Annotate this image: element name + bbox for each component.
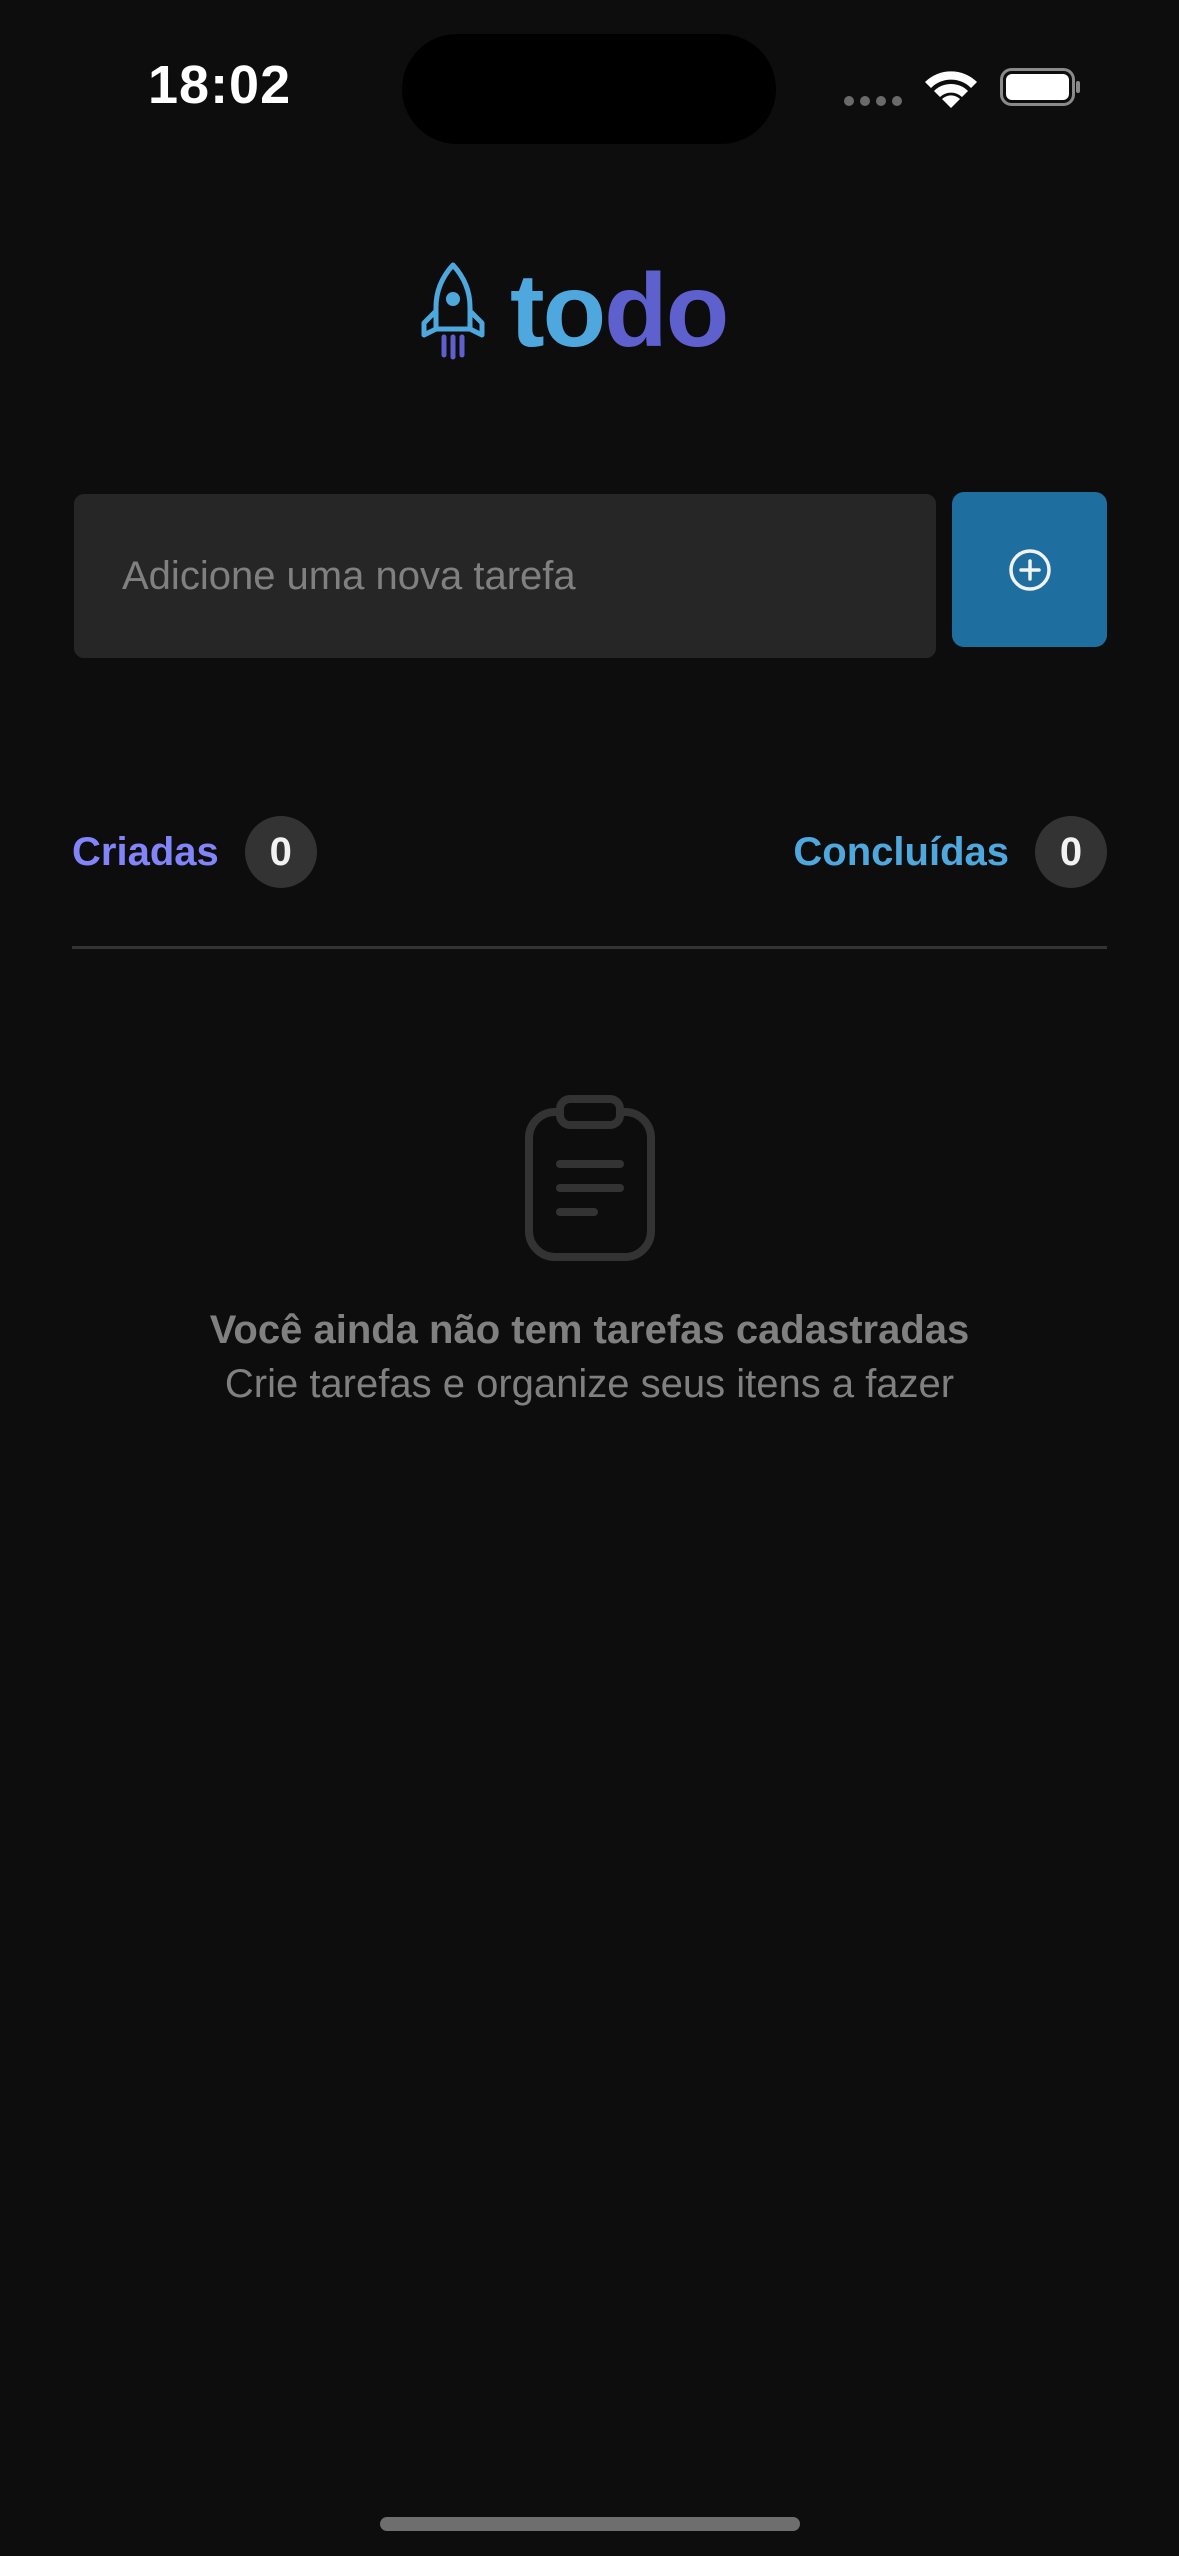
list-divider bbox=[72, 946, 1107, 949]
done-counter: Concluídas 0 bbox=[793, 816, 1107, 888]
cellular-signal-icon bbox=[844, 96, 906, 106]
wifi-icon bbox=[925, 71, 977, 108]
app-screen: 18:02 todo Criad bbox=[0, 0, 1179, 2556]
created-count-badge: 0 bbox=[244, 816, 317, 888]
battery-icon bbox=[1000, 68, 1080, 106]
clipboard-icon bbox=[525, 1095, 655, 1261]
plus-circle-icon bbox=[1008, 548, 1051, 591]
created-label: Criadas bbox=[72, 829, 219, 874]
done-label: Concluídas bbox=[793, 829, 1009, 874]
app-title: todo bbox=[510, 259, 729, 363]
rocket-icon bbox=[421, 262, 485, 360]
dynamic-island bbox=[402, 34, 776, 144]
created-counter: Criadas 0 bbox=[72, 816, 317, 888]
app-title-part2: do bbox=[604, 253, 729, 369]
status-bar-time: 18:02 bbox=[148, 55, 292, 115]
add-task-button[interactable] bbox=[952, 492, 1107, 647]
home-indicator[interactable] bbox=[380, 2517, 800, 2531]
app-logo: todo bbox=[418, 256, 729, 366]
empty-state-title: Você ainda não tem tarefas cadastradas bbox=[209, 1308, 970, 1352]
done-count-badge: 0 bbox=[1035, 816, 1107, 888]
empty-state-subtitle: Crie tarefas e organize seus itens a faz… bbox=[224, 1362, 955, 1406]
app-title-part1: to bbox=[510, 253, 606, 369]
new-task-input[interactable] bbox=[72, 492, 938, 660]
